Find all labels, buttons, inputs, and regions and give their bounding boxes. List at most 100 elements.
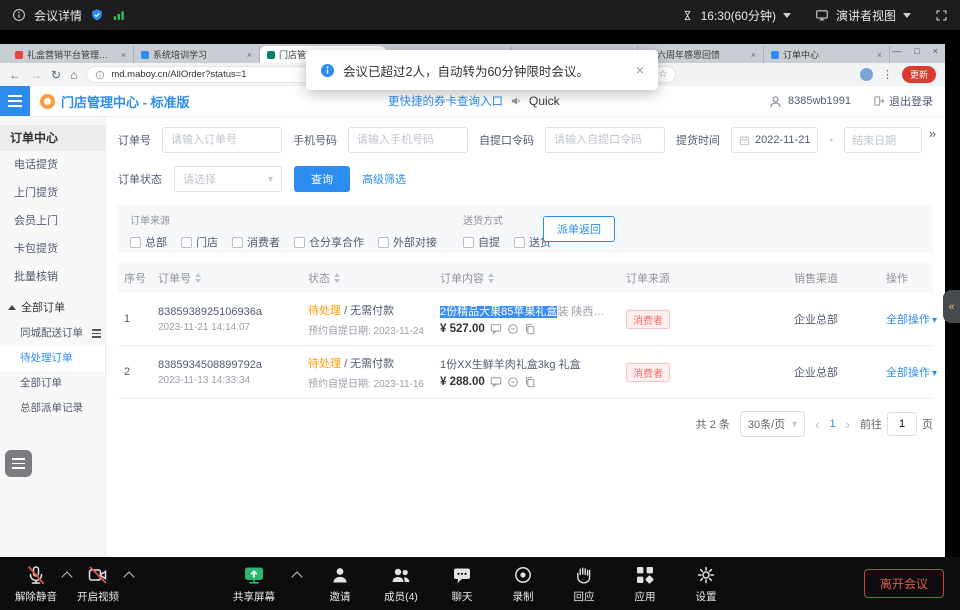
update-button[interactable]: 更新 bbox=[902, 66, 936, 83]
sidebar-item-phone-pickup[interactable]: 电话提货 bbox=[0, 151, 105, 179]
video-options-caret[interactable] bbox=[123, 571, 134, 582]
network-signal-icon[interactable] bbox=[112, 8, 126, 22]
sidebar-item-batch-verify[interactable]: 批量核销 bbox=[0, 263, 105, 291]
advanced-filter-link[interactable]: 高级筛选 bbox=[362, 171, 406, 187]
list-handle-icon[interactable] bbox=[92, 329, 101, 338]
view-mode-caret-icon[interactable] bbox=[903, 13, 911, 18]
sidebar-group-all-orders[interactable]: 全部订单 bbox=[0, 293, 105, 321]
meeting-detail-label[interactable]: 会议详情 bbox=[34, 7, 82, 24]
sidebar-subitem-hq-dispatch-records[interactable]: 总部派单记录 bbox=[0, 396, 105, 421]
remark-icon[interactable] bbox=[490, 323, 502, 335]
checkbox[interactable] bbox=[378, 237, 389, 248]
date-start-input[interactable]: 2022-11-21 bbox=[731, 127, 818, 153]
sidebar-subitem-pending-orders[interactable]: 待处理订单 bbox=[0, 346, 105, 371]
app-menu-button[interactable] bbox=[0, 86, 30, 116]
collapse-panel-icon[interactable]: » bbox=[929, 126, 936, 141]
checkbox[interactable] bbox=[232, 237, 243, 248]
browser-tab[interactable]: 订单中心 × bbox=[764, 46, 890, 63]
delivery-option-selfpickup[interactable]: 自提 bbox=[463, 234, 500, 250]
date-end-input[interactable]: 结束日期 bbox=[844, 127, 922, 153]
toast-close-icon[interactable]: × bbox=[636, 62, 644, 78]
profile-avatar[interactable] bbox=[860, 68, 873, 81]
panel-expand-tab[interactable]: « bbox=[943, 290, 960, 323]
goto-page-input[interactable] bbox=[887, 412, 917, 436]
order-no-input[interactable] bbox=[162, 127, 282, 153]
mute-button[interactable]: 解除静音 bbox=[14, 564, 58, 604]
search-button[interactable]: 查询 bbox=[294, 166, 350, 192]
coupon-icon[interactable] bbox=[507, 323, 519, 335]
chat-button[interactable]: 聊天 bbox=[440, 564, 484, 604]
checkbox[interactable] bbox=[514, 237, 525, 248]
prev-page-button[interactable]: ‹ bbox=[815, 417, 819, 432]
logout-button[interactable]: 退出登录 bbox=[873, 93, 933, 109]
home-icon[interactable]: ⌂ bbox=[70, 68, 77, 82]
fullscreen-icon[interactable] bbox=[935, 9, 948, 22]
browser-menu-icon[interactable]: ⋮ bbox=[882, 68, 893, 81]
share-screen-button[interactable]: 共享屏幕 bbox=[232, 564, 276, 604]
view-mode-label[interactable]: 演讲者视图 bbox=[836, 7, 896, 24]
meeting-timer[interactable]: 16:30(60分钟) bbox=[701, 7, 776, 24]
sidebar-item-door-pickup[interactable]: 上门提货 bbox=[0, 179, 105, 207]
tab-close-icon[interactable]: × bbox=[247, 50, 252, 60]
window-close-icon[interactable]: × bbox=[933, 46, 938, 56]
sidebar-item-card-pickup[interactable]: 卡包提货 bbox=[0, 235, 105, 263]
all-actions-dropdown[interactable]: 全部操作▾ bbox=[886, 367, 937, 379]
site-info-icon[interactable] bbox=[95, 70, 105, 80]
checkbox[interactable] bbox=[294, 237, 305, 248]
quick-label[interactable]: Quick bbox=[529, 94, 560, 108]
settings-button[interactable]: 设置 bbox=[684, 564, 728, 604]
sidebar-subitem-city-delivery[interactable]: 同城配送订单 bbox=[0, 321, 105, 346]
window-maximize-icon[interactable]: □ bbox=[914, 46, 919, 56]
bookmark-star-icon[interactable]: ☆ bbox=[658, 69, 667, 80]
phone-input[interactable] bbox=[348, 127, 468, 153]
tab-close-icon[interactable]: × bbox=[751, 50, 756, 60]
source-option-hq[interactable]: 总部 bbox=[130, 234, 167, 250]
browser-tab[interactable]: 系统培训学习 × bbox=[134, 46, 260, 63]
sidebar-item-member-visit[interactable]: 会员上门 bbox=[0, 207, 105, 235]
source-option-external[interactable]: 外部对接 bbox=[378, 234, 437, 250]
col-header-content[interactable]: 订单内容 bbox=[434, 270, 620, 286]
copy-icon[interactable] bbox=[524, 323, 536, 335]
checkbox[interactable] bbox=[181, 237, 192, 248]
forward-icon[interactable]: → bbox=[30, 68, 42, 82]
sort-icon[interactable] bbox=[334, 273, 340, 283]
page-size-select[interactable]: 30条/页 ▾ bbox=[740, 411, 805, 437]
table-row[interactable]: 2 8385934508899792a 2023-11-13 14:33:34 … bbox=[118, 346, 933, 399]
share-options-caret[interactable] bbox=[291, 571, 302, 582]
col-header-order-no[interactable]: 订单号 bbox=[152, 270, 302, 286]
record-button[interactable]: 录制 bbox=[501, 564, 545, 604]
checkbox[interactable] bbox=[130, 237, 141, 248]
remark-icon[interactable] bbox=[490, 376, 502, 388]
source-option-consumer[interactable]: 消费者 bbox=[232, 234, 280, 250]
page-1-button[interactable]: 1 bbox=[830, 418, 836, 430]
sort-icon[interactable] bbox=[488, 273, 494, 283]
dispatch-return-button[interactable]: 派单返回 bbox=[543, 216, 615, 242]
table-row[interactable]: 1 8385938925106936a 2023-11-21 14:14:07 … bbox=[118, 293, 933, 346]
invite-button[interactable]: 邀请 bbox=[318, 564, 362, 604]
refresh-icon[interactable]: ↻ bbox=[51, 68, 61, 82]
window-minimize-icon[interactable]: — bbox=[892, 46, 901, 56]
status-select[interactable]: 请选择 ▾ bbox=[174, 166, 282, 192]
sort-icon[interactable] bbox=[195, 273, 201, 283]
pickup-code-input[interactable] bbox=[545, 127, 665, 153]
all-actions-dropdown[interactable]: 全部操作▾ bbox=[886, 314, 937, 326]
tab-close-icon[interactable]: × bbox=[121, 50, 126, 60]
source-option-warehouse-share[interactable]: 仓分享合作 bbox=[294, 234, 364, 250]
col-header-status[interactable]: 状态 bbox=[302, 270, 434, 286]
mute-options-caret[interactable] bbox=[61, 571, 72, 582]
promo-link[interactable]: 更快捷的券卡查询入口 bbox=[388, 93, 503, 109]
next-page-button[interactable]: › bbox=[846, 417, 850, 432]
leave-meeting-button[interactable]: 离开会议 bbox=[864, 569, 944, 598]
floating-menu-button[interactable] bbox=[5, 450, 32, 477]
tab-close-icon[interactable]: × bbox=[877, 50, 882, 60]
back-icon[interactable]: ← bbox=[9, 68, 21, 82]
reactions-button[interactable]: 回应 bbox=[562, 564, 606, 604]
source-option-store[interactable]: 门店 bbox=[181, 234, 218, 250]
browser-tab[interactable]: 礼盒营销平台管理中心 × bbox=[8, 46, 134, 63]
timer-caret-icon[interactable] bbox=[783, 13, 791, 18]
sidebar-subitem-all-orders[interactable]: 全部订单 bbox=[0, 371, 105, 396]
security-shield-icon[interactable] bbox=[90, 8, 104, 22]
checkbox[interactable] bbox=[463, 237, 474, 248]
members-button[interactable]: 成员(4) bbox=[379, 564, 423, 604]
apps-button[interactable]: 应用 bbox=[623, 564, 667, 604]
